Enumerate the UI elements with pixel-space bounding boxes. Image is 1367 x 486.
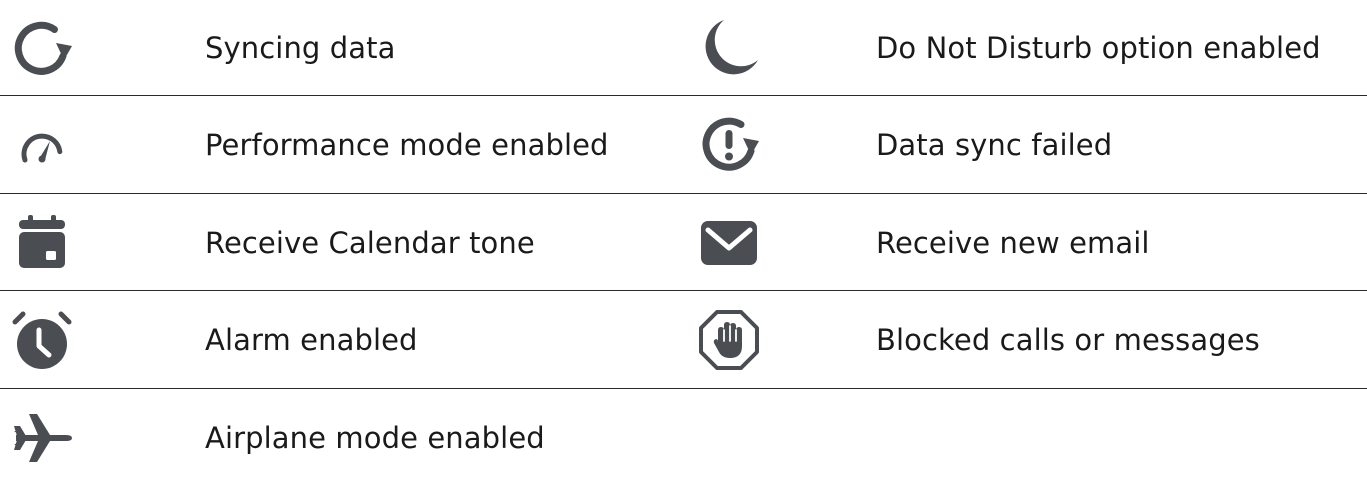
row-label: Receive Calendar tone [205,226,535,260]
row-divider [0,193,1367,194]
row-label: Syncing data [205,31,396,65]
table-cell: Receive Calendar tone [0,195,680,291]
blocked-hand-icon [697,308,761,372]
row-label: Data sync failed [876,128,1113,162]
envelope-icon [697,211,761,275]
table-cell: Data sync failed [680,97,1367,193]
table-row: Alarm enabled Blocked calls or messages [0,292,1367,388]
row-label: Performance mode enabled [205,128,609,162]
table-row: Syncing data Do Not Disturb option enabl… [0,0,1367,96]
row-label: Do Not Disturb option enabled [876,31,1321,65]
sync-failed-icon [697,113,761,177]
table-row: Airplane mode enabled [0,390,1367,486]
table-cell: Airplane mode enabled [0,390,680,486]
table-cell: Alarm enabled [0,292,680,388]
table-cell: Blocked calls or messages [680,292,1367,388]
row-label: Alarm enabled [205,323,418,357]
table-cell: Syncing data [0,0,680,96]
row-label: Blocked calls or messages [876,323,1260,357]
table-cell: Performance mode enabled [0,97,680,193]
table-row: Performance mode enabled Data sync faile… [0,97,1367,193]
row-label: Airplane mode enabled [205,421,545,455]
calendar-icon [10,211,74,275]
table-row: Receive Calendar tone Receive new email [0,195,1367,291]
sync-icon [10,16,74,80]
status-icon-table: Syncing data Do Not Disturb option enabl… [0,0,1367,481]
alarm-clock-icon [10,308,74,372]
row-label: Receive new email [876,226,1150,260]
row-divider [0,95,1367,96]
table-cell: Do Not Disturb option enabled [680,0,1367,96]
airplane-icon [10,406,74,470]
table-cell: Receive new email [680,195,1367,291]
speedometer-icon [10,113,74,177]
moon-icon [697,16,761,80]
row-divider [0,290,1367,291]
row-divider [0,388,1367,389]
